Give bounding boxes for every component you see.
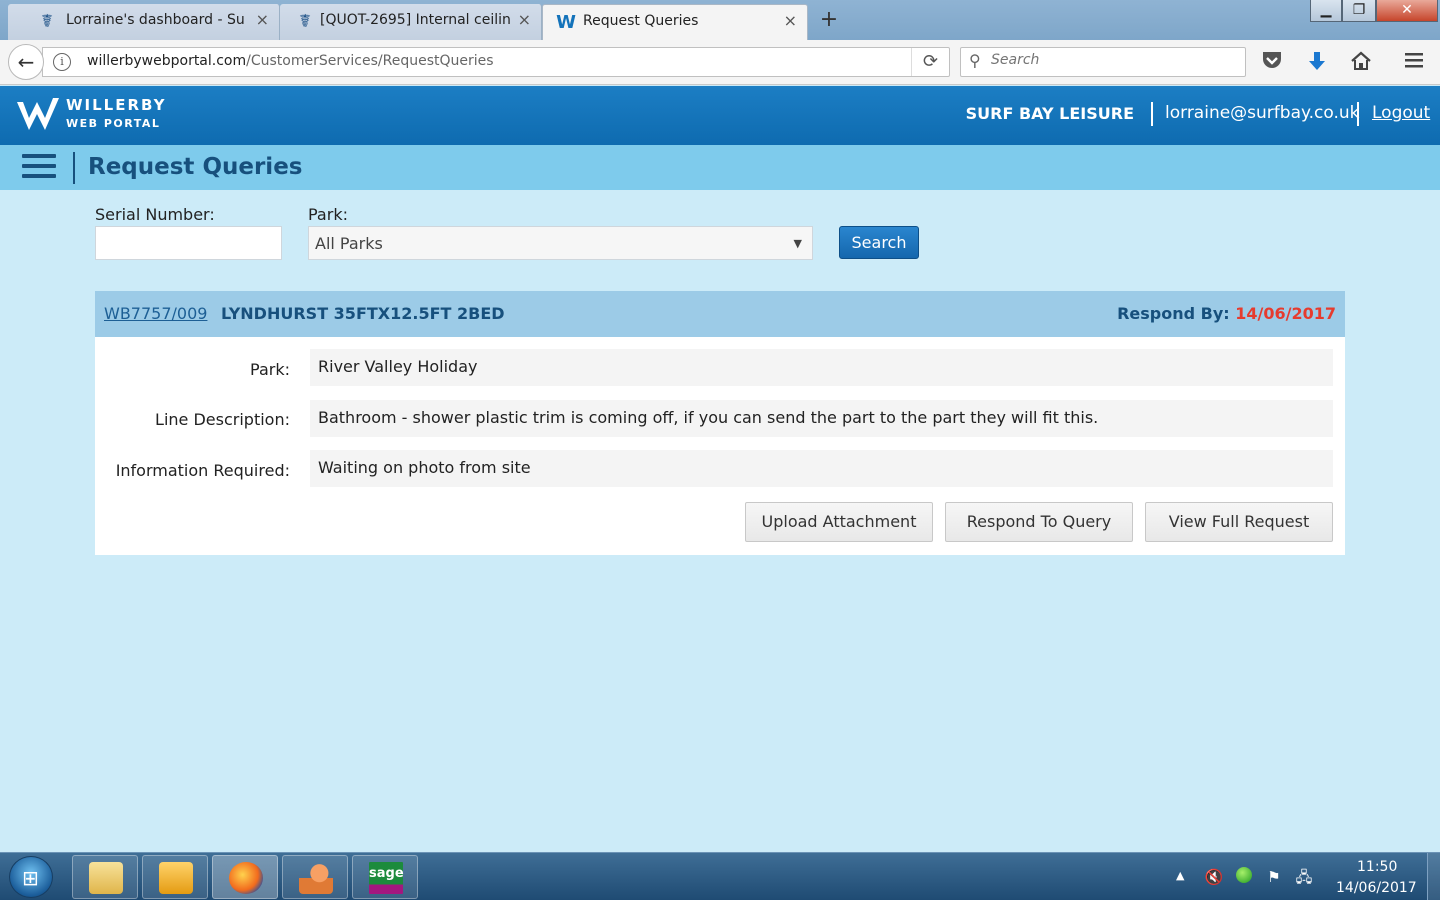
respond-by: Respond By: 14/06/2017 <box>1117 304 1336 323</box>
respond-by-label: Respond By: <box>1117 304 1230 323</box>
park-select-value: All Parks <box>315 234 383 253</box>
taskbar-firefox[interactable] <box>212 855 278 899</box>
info-icon[interactable]: i <box>53 53 71 71</box>
clock-date[interactable]: 14/06/2017 <box>1336 880 1417 896</box>
browser-tab-quote[interactable]: ☤ [QUOT-2695] Internal ceiling × <box>280 4 542 40</box>
user-icon <box>299 862 333 894</box>
close-window-button[interactable]: ✕ <box>1376 0 1438 22</box>
address-bar[interactable]: i willerbywebportal.com/CustomerServices… <box>42 47 950 77</box>
information-required-label: Information Required: <box>115 461 290 480</box>
search-bar[interactable]: ⚲ <box>960 47 1246 77</box>
browser-menu-icon[interactable] <box>1401 50 1427 76</box>
logo-subtitle: WEB PORTAL <box>66 117 161 130</box>
view-full-request-button[interactable]: View Full Request <box>1145 502 1333 542</box>
park-select[interactable]: All Parks ▼ <box>308 226 813 260</box>
status-green-icon[interactable] <box>1234 867 1254 887</box>
search-icon: ⚲ <box>969 51 981 70</box>
url-text[interactable]: willerbywebportal.com/CustomerServices/R… <box>87 53 494 69</box>
chevron-down-icon: ▼ <box>793 237 802 250</box>
page-title: Request Queries <box>88 154 303 180</box>
url-domain: willerbywebportal.com <box>87 53 247 69</box>
show-hidden-icons-icon[interactable]: ▲ <box>1176 869 1184 882</box>
windows-logo-icon: ⊞ <box>22 866 39 890</box>
browser-tab-request-queries[interactable]: W Request Queries × <box>542 4 808 40</box>
search-input[interactable] <box>991 52 1231 68</box>
restore-window-button[interactable]: ❐ <box>1342 0 1376 22</box>
upload-attachment-button[interactable]: Upload Attachment <box>745 502 933 542</box>
taskbar-outlook[interactable] <box>142 855 208 899</box>
downloads-icon[interactable] <box>1304 50 1330 76</box>
respond-to-query-button[interactable]: Respond To Query <box>945 502 1133 542</box>
query-card: WB7757/009 LYNDHURST 35FTX12.5FT 2BED Re… <box>95 291 1345 555</box>
taskbar-explorer[interactable] <box>72 855 138 899</box>
pocket-icon[interactable] <box>1259 50 1285 76</box>
windows-taskbar: ⊞ sage ▲ 🔇 ⚑ 🖧 11:50 14/06/2017 <box>0 852 1440 900</box>
model-name: LYNDHURST 35FTX12.5FT 2BED <box>221 304 505 323</box>
user-email: lorraine@surfbay.co.uk <box>1165 103 1360 123</box>
query-card-header: WB7757/009 LYNDHURST 35FTX12.5FT 2BED Re… <box>95 291 1345 337</box>
close-tab-icon[interactable]: × <box>256 4 269 36</box>
new-tab-button[interactable]: + <box>818 6 840 34</box>
portal-header: WILLERBY WEB PORTAL SURF BAY LEISURE lor… <box>0 86 1440 145</box>
taskbar-sage[interactable]: sage <box>352 855 418 899</box>
serial-number-label: Serial Number: <box>95 205 215 224</box>
tab-label: Request Queries <box>583 13 699 29</box>
outlook-icon <box>159 862 193 894</box>
clock-time[interactable]: 11:50 <box>1357 859 1397 875</box>
firefox-icon <box>229 862 263 894</box>
minimize-window-button[interactable]: ▁ <box>1310 0 1342 22</box>
home-icon[interactable] <box>1348 50 1374 76</box>
user-group-icon: ☤ <box>298 11 312 32</box>
close-tab-icon[interactable]: × <box>518 4 531 36</box>
willerby-logo-icon[interactable] <box>15 94 63 134</box>
show-desktop-button[interactable] <box>1427 853 1440 900</box>
line-description-value: Bathroom - shower plastic trim is coming… <box>310 400 1333 437</box>
hamburger-menu-icon[interactable] <box>22 154 56 180</box>
volume-muted-icon[interactable]: 🔇 <box>1204 867 1224 887</box>
serial-number-link[interactable]: WB7757/009 <box>104 304 207 323</box>
header-divider <box>1151 102 1153 126</box>
park-row-label: Park: <box>250 360 290 379</box>
folder-icon <box>89 862 123 894</box>
respond-by-date: 14/06/2017 <box>1235 304 1336 323</box>
line-description-label: Line Description: <box>155 410 290 429</box>
tab-label: [QUOT-2695] Internal ceiling <box>320 12 510 28</box>
header-divider <box>1357 102 1359 126</box>
tab-label: Lorraine's dashboard - Surfb <box>66 12 244 28</box>
title-divider <box>73 152 75 184</box>
logo-title: WILLERBY <box>66 96 167 114</box>
sage-icon: sage <box>369 862 404 894</box>
park-label: Park: <box>308 205 348 224</box>
url-path: /CustomerServices/RequestQueries <box>246 53 494 69</box>
serial-number-input[interactable] <box>95 226 282 260</box>
action-center-flag-icon[interactable]: ⚑ <box>1264 867 1284 887</box>
start-button[interactable]: ⊞ <box>9 856 53 898</box>
arrow-left-icon: ← <box>17 50 35 74</box>
logout-link[interactable]: Logout <box>1372 103 1430 123</box>
browser-nav-bar: i willerbywebportal.com/CustomerServices… <box>0 40 1440 85</box>
network-icon[interactable]: 🖧 <box>1294 867 1314 887</box>
search-button[interactable]: Search <box>839 226 919 259</box>
willerby-w-icon: W <box>556 12 576 33</box>
taskbar-contacts[interactable] <box>282 855 348 899</box>
back-button[interactable]: ← <box>8 44 44 80</box>
park-row-value: River Valley Holiday <box>310 349 1333 386</box>
browser-tab-strip: ☤ Lorraine's dashboard - Surfb × ☤ [QUOT… <box>0 0 1440 40</box>
browser-tab-dashboard[interactable]: ☤ Lorraine's dashboard - Surfb × <box>8 4 280 40</box>
page-title-bar: Request Queries <box>0 145 1440 190</box>
close-tab-icon[interactable]: × <box>784 5 797 37</box>
user-group-icon: ☤ <box>40 11 54 32</box>
information-required-value: Waiting on photo from site <box>310 450 1333 487</box>
company-name: SURF BAY LEISURE <box>965 104 1134 123</box>
reload-icon[interactable]: ⟳ <box>911 48 949 76</box>
